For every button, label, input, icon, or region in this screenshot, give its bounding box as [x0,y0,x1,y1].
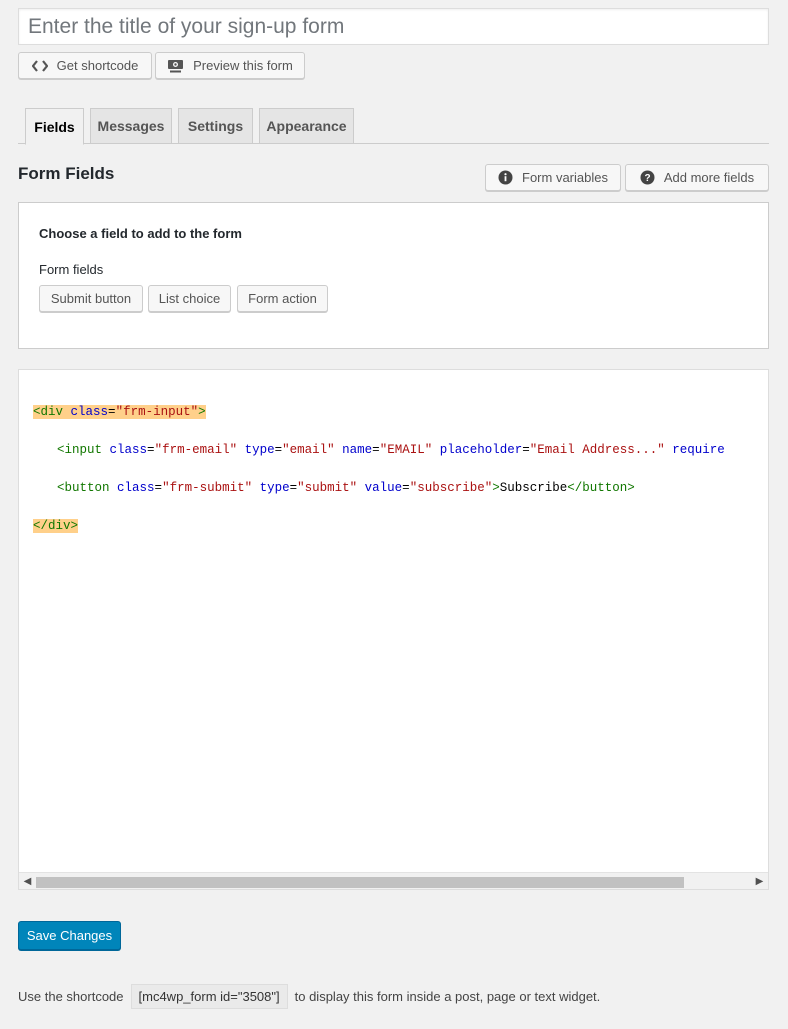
svg-text:?: ? [644,173,650,184]
code-content[interactable]: <div class="frm-input"> <input class="fr… [33,384,725,574]
get-shortcode-label: Get shortcode [56,58,139,73]
add-more-fields-label: Add more fields [663,170,755,185]
shortcode-footer: Use the shortcode [mc4wp_form id="3508"]… [18,984,600,1009]
footer-prefix: Use the shortcode [18,989,124,1004]
code-line: <button class="frm-submit" type="submit"… [57,481,635,495]
form-variables-label: Form variables [522,170,608,185]
section-title: Form Fields [18,164,115,183]
tab-fields[interactable]: Fields [25,108,84,145]
code-line: </div> [33,519,79,533]
list-choice-field[interactable]: List choice [148,285,231,312]
add-more-fields-button[interactable]: ? Add more fields [625,164,769,191]
scroll-right-icon[interactable]: ▶ [751,873,768,889]
field-chooser-panel: Choose a field to add to the form Form f… [18,202,769,349]
preview-icon [167,59,184,73]
scroll-left-icon[interactable]: ◀ [19,873,36,889]
info-icon [498,170,513,185]
save-changes-button[interactable]: Save Changes [18,921,121,950]
code-icon [31,59,48,72]
get-shortcode-button[interactable]: Get shortcode [18,52,152,79]
form-title-input[interactable] [18,8,769,45]
code-line: <input class="frm-email" type="email" na… [57,443,725,457]
preview-form-button[interactable]: Preview this form [155,52,305,79]
horizontal-scrollbar[interactable]: ◀ ▶ [19,872,768,889]
settings-tabs: Fields Messages Settings Appearance [18,108,769,145]
footer-suffix: to display this form inside a post, page… [294,989,601,1004]
form-action-field[interactable]: Form action [237,285,328,312]
shortcode-value[interactable]: [mc4wp_form id="3508"] [130,984,288,1009]
code-editor[interactable]: <div class="frm-input"> <input class="fr… [18,369,769,890]
form-fields-heading: Form fields [39,262,104,277]
tab-appearance[interactable]: Appearance [259,108,354,144]
submit-button-field[interactable]: Submit button [39,285,143,312]
tab-settings[interactable]: Settings [178,108,253,144]
preview-form-label: Preview this form [193,58,293,73]
tab-messages[interactable]: Messages [90,108,172,144]
scrollbar-thumb[interactable] [36,877,684,888]
field-chooser-heading: Choose a field to add to the form [39,226,242,241]
help-icon: ? [640,170,655,185]
form-variables-button[interactable]: Form variables [485,164,621,191]
code-line: <div class="frm-input"> [33,405,206,419]
